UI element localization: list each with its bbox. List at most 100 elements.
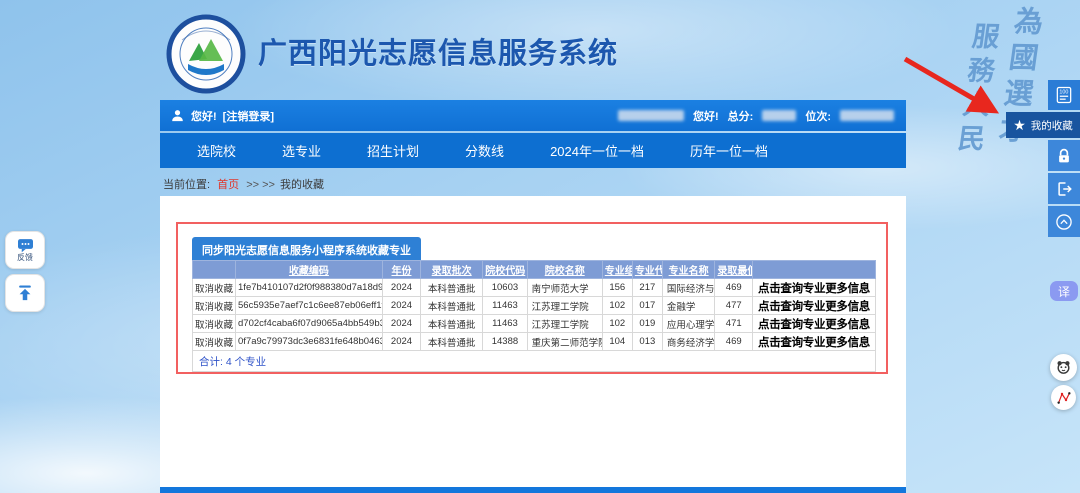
greeting-right-text: 您好!	[693, 108, 719, 124]
lock-icon	[1055, 147, 1073, 165]
footer-bar	[160, 487, 906, 493]
more-info-link[interactable]: 点击查询专业更多信息	[753, 279, 876, 297]
extension-graph-button[interactable]	[1051, 385, 1076, 410]
greeting-text: 您好!	[191, 108, 217, 124]
school-code-cell: 10603	[483, 279, 527, 297]
arrow-up-icon	[15, 283, 35, 303]
major-name-cell: 金融学	[662, 297, 715, 315]
page-title: 广西阳光志愿信息服务系统	[258, 30, 618, 72]
extension-panda-button[interactable]	[1050, 354, 1077, 381]
rank-label: 位次:	[805, 108, 831, 124]
breadcrumb-current: 我的收藏	[280, 179, 324, 191]
logout-link[interactable]: [注销登录]	[223, 108, 274, 124]
translate-badge[interactable]: 译	[1050, 281, 1078, 301]
breadcrumb-home-link[interactable]: 首页	[217, 179, 239, 191]
year-cell: 2024	[382, 279, 420, 297]
masked-rank	[840, 110, 894, 121]
column-header: 年份	[382, 261, 420, 279]
school-name-cell: 重庆第二师范学院	[527, 333, 602, 351]
score-sheet-button[interactable]: 100	[1048, 80, 1080, 110]
major-name-cell: 国际经济与贸易	[662, 279, 715, 297]
major-group-cell: 102	[602, 315, 632, 333]
admission-batch-cell: 本科普通批	[421, 315, 483, 333]
favorites-table: 收藏编码年份录取批次院校代码院校名称专业组专业代号专业名称录取最低分 取消收藏 …	[192, 260, 876, 372]
table-row: 取消收藏 0f7a9c79973dc3e6831fe648b0463889 20…	[193, 333, 876, 351]
column-header: 院校名称	[527, 261, 602, 279]
user-icon	[170, 108, 185, 123]
nav-item-2[interactable]: 选专业	[259, 141, 344, 160]
chat-bubble-icon	[16, 238, 35, 253]
school-name-cell: 江苏理工学院	[527, 297, 602, 315]
major-code-cell: 019	[632, 315, 662, 333]
school-code-cell: 11463	[483, 297, 527, 315]
min-score-cell: 469	[715, 279, 753, 297]
feedback-label: 反馈	[17, 254, 33, 262]
breadcrumb-label: 当前位置:	[163, 179, 210, 191]
favorite-code-cell: d702cf4caba6f07d9065a4bb549b34a9	[236, 315, 383, 333]
table-header-row: 收藏编码年份录取批次院校代码院校名称专业组专业代号专业名称录取最低分	[193, 261, 876, 279]
svg-text:100: 100	[1059, 89, 1068, 95]
collapse-rail-button[interactable]	[1048, 206, 1080, 237]
school-code-cell: 11463	[483, 315, 527, 333]
feedback-button[interactable]: 反馈	[5, 231, 45, 269]
more-info-link[interactable]: 点击查询专业更多信息	[753, 315, 876, 333]
major-group-cell: 104	[602, 333, 632, 351]
major-code-cell: 013	[632, 333, 662, 351]
score-sheet-icon: 100	[1054, 85, 1074, 105]
panda-icon	[1055, 359, 1072, 376]
chevron-up-circle-icon	[1054, 212, 1074, 232]
nav-item-3[interactable]: 招生计划	[344, 141, 442, 160]
user-bar: 您好! [注销登录] 您好! 总分: 位次:	[160, 100, 906, 131]
total-score-label: 总分:	[728, 108, 754, 124]
column-header: 专业代号	[632, 261, 662, 279]
table-row: 取消收藏 56c5935e7aef7c1c6ee87eb06eff1f6d 20…	[193, 297, 876, 315]
cancel-favorite-link[interactable]: 取消收藏	[193, 279, 236, 297]
favorites-highlight-box: 同步阳光志愿信息服务小程序系统收藏专业 收藏编码年份录取批次院校代码院校名称专业…	[176, 222, 888, 374]
admission-batch-cell: 本科普通批	[421, 279, 483, 297]
cancel-favorite-link[interactable]: 取消收藏	[193, 315, 236, 333]
nav-item-4[interactable]: 分数线	[442, 141, 527, 160]
school-name-cell: 江苏理工学院	[527, 315, 602, 333]
site-logo-emblem	[166, 14, 246, 94]
nav-item-6[interactable]: 历年一位一档	[667, 141, 791, 160]
min-score-cell: 477	[715, 297, 753, 315]
nav-item-5[interactable]: 2024年一位一档	[527, 141, 667, 160]
major-name-cell: 商务经济学	[662, 333, 715, 351]
logout-rail-button[interactable]	[1048, 173, 1080, 204]
favorite-code-cell: 0f7a9c79973dc3e6831fe648b0463889	[236, 333, 383, 351]
major-name-cell: 应用心理学	[662, 315, 715, 333]
breadcrumb-separator: >> >>	[246, 179, 275, 191]
year-cell: 2024	[382, 333, 420, 351]
my-favorites-label: 我的收藏	[1031, 118, 1073, 133]
major-code-cell: 217	[632, 279, 662, 297]
my-favorites-button[interactable]: ★ 我的收藏	[1006, 112, 1080, 138]
breadcrumb: 当前位置: 首页 >> >> 我的收藏	[163, 176, 324, 192]
more-info-link[interactable]: 点击查询专业更多信息	[753, 333, 876, 351]
network-graph-icon	[1056, 390, 1072, 406]
column-header	[753, 261, 876, 279]
more-info-link[interactable]: 点击查询专业更多信息	[753, 297, 876, 315]
masked-total-score	[762, 110, 796, 121]
year-cell: 2024	[382, 315, 420, 333]
nav-item-1[interactable]: 选院校	[174, 141, 259, 160]
column-header: 专业组	[602, 261, 632, 279]
back-to-top-button[interactable]	[5, 274, 45, 312]
lock-button[interactable]	[1048, 140, 1080, 171]
page: 為國選才 服務人民 广西阳光志愿信息服务系统 您好! [注销登录] 您好! 总分…	[0, 0, 1080, 493]
school-code-cell: 14388	[483, 333, 527, 351]
table-total-row: 合计: 4 个专业	[193, 351, 876, 372]
cancel-favorite-link[interactable]: 取消收藏	[193, 297, 236, 315]
admission-batch-cell: 本科普通批	[421, 333, 483, 351]
total-label: 合计: 4 个专业	[193, 351, 876, 372]
school-name-cell: 南宁师范大学	[527, 279, 602, 297]
column-header: 院校代码	[483, 261, 527, 279]
column-header: 收藏编码	[236, 261, 383, 279]
column-header: 专业名称	[662, 261, 715, 279]
cancel-favorite-link[interactable]: 取消收藏	[193, 333, 236, 351]
column-header: 录取批次	[421, 261, 483, 279]
exit-icon	[1055, 180, 1073, 198]
favorite-code-cell: 1fe7b410107d2f0f988380d7a18d96ee	[236, 279, 383, 297]
table-row: 取消收藏 1fe7b410107d2f0f988380d7a18d96ee 20…	[193, 279, 876, 297]
masked-user-name	[618, 110, 684, 121]
star-icon: ★	[1013, 118, 1026, 132]
